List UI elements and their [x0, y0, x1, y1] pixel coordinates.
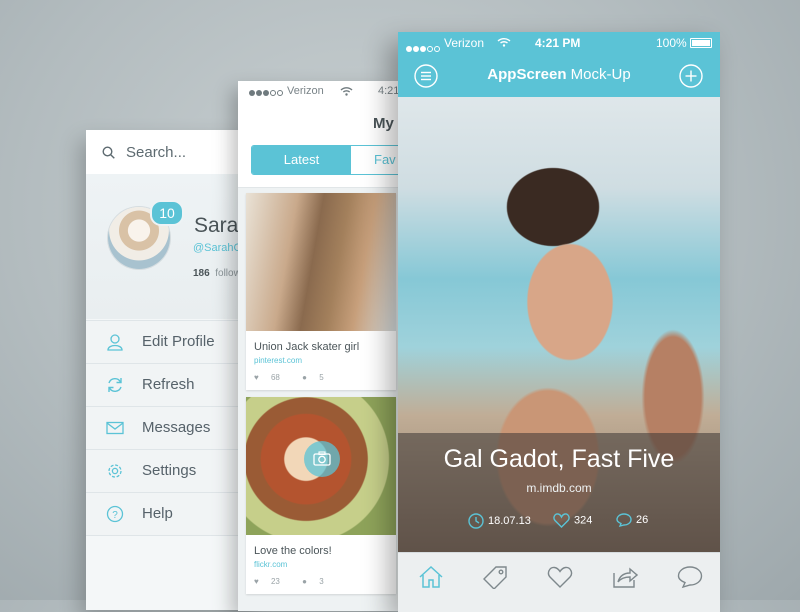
notification-badge: 10: [150, 200, 184, 226]
photo-caption: Gal Gadot, Fast Five m.imdb.com 18.07.13…: [398, 433, 720, 552]
menu-item-help[interactable]: ? Help: [86, 492, 256, 536]
card-title: Love the colors!: [254, 545, 332, 557]
camera-icon: [313, 451, 331, 466]
caption-date: 18.07.13: [468, 513, 531, 529]
card-source-link[interactable]: flickr.com: [246, 557, 396, 569]
mail-icon: [106, 421, 124, 435]
app-header: Verizon 4:21 PM 100% AppScreen Mock-Up: [398, 32, 720, 97]
carrier-label: Verizon: [287, 85, 324, 97]
menu-item-edit-profile[interactable]: Edit Profile: [86, 320, 256, 363]
menu-list: Edit Profile Refresh Messages Settings ?…: [86, 320, 256, 536]
menu-item-settings[interactable]: Settings: [86, 449, 256, 492]
card-meta: ♥ 23 ● 3: [246, 569, 396, 594]
wifi-icon: [497, 38, 511, 47]
signal-dots-icon: [249, 87, 284, 99]
battery-icon: [690, 38, 712, 48]
menu-item-label: Settings: [142, 462, 197, 479]
app-title: AppScreen Mock-Up: [398, 66, 720, 83]
heart-icon: [553, 513, 570, 528]
card-title: Union Jack skater girl: [254, 341, 360, 353]
wifi-icon: [340, 87, 353, 96]
search-bar[interactable]: Search...: [86, 130, 256, 175]
card-photo[interactable]: [246, 193, 396, 331]
menu-screen: Search... 10 Sarah @SarahC 186 followers…: [86, 130, 256, 610]
tab-latest[interactable]: Latest: [252, 146, 351, 174]
feed-card[interactable]: Love the colors! flickr.com ♥ 23 ● 3: [246, 397, 396, 594]
page-title: My: [373, 115, 394, 132]
chat-icon[interactable]: [677, 565, 703, 589]
chat-icon: [616, 513, 632, 528]
search-icon: [102, 146, 115, 159]
camera-button[interactable]: [304, 441, 340, 477]
caption-comments-count: 26: [636, 513, 649, 526]
signal-dots-icon: [406, 39, 441, 57]
menu-item-label: Help: [142, 505, 173, 522]
caption-source-link[interactable]: m.imdb.com: [398, 481, 720, 495]
caption-likes-count: 324: [574, 514, 593, 527]
home-icon[interactable]: [418, 565, 444, 589]
card-meta: ♥ 68 ● 5: [246, 365, 396, 390]
status-bar: Verizon 4:21: [238, 81, 398, 103]
heart-icon: ♥: [254, 373, 259, 382]
chat-icon: ●: [302, 373, 307, 382]
menu-item-label: Messages: [142, 419, 211, 436]
menu-item-refresh[interactable]: Refresh: [86, 363, 256, 406]
app-title-rest: Mock-Up: [566, 66, 631, 83]
card-source-link[interactable]: pinterest.com: [246, 353, 396, 365]
followers-count: 186: [193, 268, 210, 279]
battery-percent: 100%: [656, 36, 687, 50]
card-likes-count: 23: [270, 577, 280, 586]
refresh-icon: [108, 378, 122, 392]
menu-item-label: Refresh: [142, 376, 195, 393]
card-photo[interactable]: [246, 397, 396, 535]
status-time: 4:21: [378, 85, 398, 97]
menu-item-label: Edit Profile: [142, 333, 215, 350]
share-icon[interactable]: [612, 565, 638, 589]
chat-icon: ●: [302, 577, 307, 586]
svg-text:?: ?: [112, 510, 118, 521]
caption-comments[interactable]: 26: [616, 513, 649, 528]
card-comments[interactable]: ● 3: [302, 577, 334, 586]
main-screen: Verizon 4:21 PM 100% AppScreen Mock-Up G…: [398, 32, 720, 612]
app-title-bold: AppScreen: [487, 66, 567, 83]
card-comments-count: 3: [319, 577, 324, 586]
card-comments[interactable]: ● 5: [302, 373, 334, 382]
card-comments-count: 5: [319, 373, 324, 382]
add-icon[interactable]: [679, 64, 703, 88]
segmented-control: Latest Fav: [251, 145, 398, 175]
gear-icon: [108, 464, 122, 478]
heart-icon[interactable]: [547, 565, 573, 589]
feed-screen: Verizon 4:21 My Latest Fav Union Jack sk…: [238, 81, 398, 611]
search-input[interactable]: Search...: [126, 144, 186, 161]
card-likes-count: 68: [270, 373, 280, 382]
tab-favorites[interactable]: Fav: [352, 146, 398, 174]
menu-item-messages[interactable]: Messages: [86, 406, 256, 449]
profile-handle[interactable]: @SarahC: [193, 242, 241, 254]
heart-icon: ♥: [254, 577, 259, 586]
caption-date-value: 18.07.13: [488, 514, 531, 527]
caption-title: Gal Gadot, Fast Five: [443, 445, 675, 473]
status-time: 4:21 PM: [535, 36, 581, 50]
help-icon: ?: [106, 505, 124, 523]
caption-likes[interactable]: 324: [553, 513, 592, 528]
carrier-label: Verizon: [444, 36, 485, 50]
card-likes[interactable]: ♥ 23: [254, 577, 290, 586]
tag-icon[interactable]: [482, 565, 508, 589]
user-icon: [107, 334, 123, 351]
card-likes[interactable]: ♥ 68: [254, 373, 290, 382]
tab-bar: [398, 552, 720, 612]
clock-icon: [468, 513, 484, 529]
profile-header: 10 Sarah @SarahC 186 followers: [86, 174, 256, 319]
feed-nav-bar: My Latest Fav: [238, 103, 398, 188]
feed-card[interactable]: Union Jack skater girl pinterest.com ♥ 6…: [246, 193, 396, 390]
